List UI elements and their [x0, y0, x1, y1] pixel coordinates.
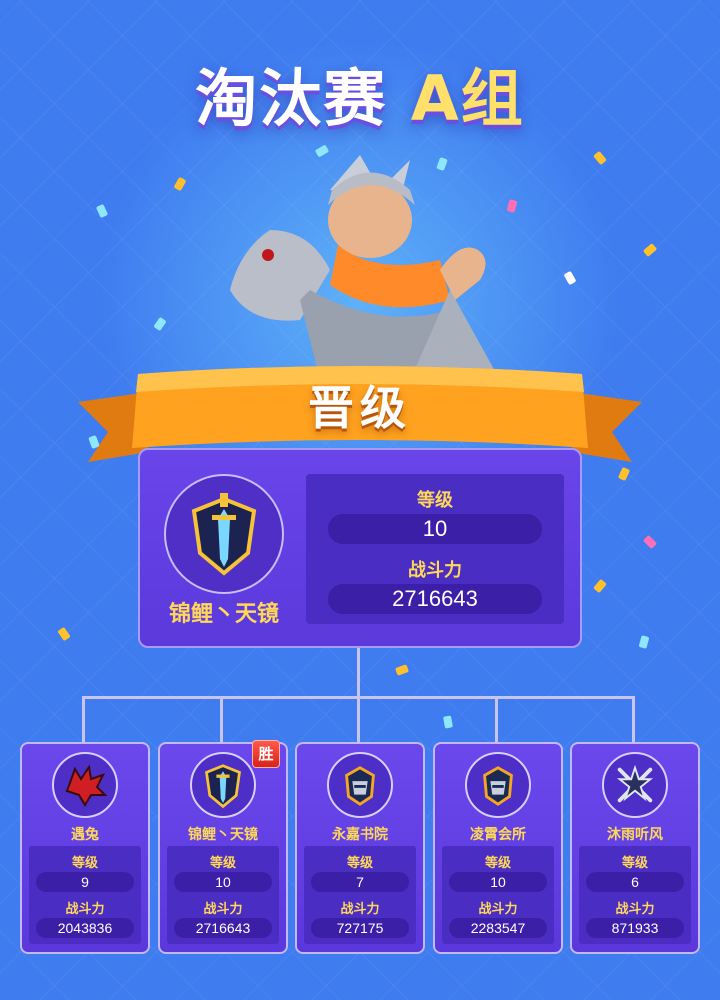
team-name: 永嘉书院 — [332, 827, 388, 843]
team-name: 沐雨听风 — [607, 827, 663, 843]
level-value: 10 — [328, 514, 542, 544]
knight-helmet-icon — [465, 752, 531, 818]
title-main: 淘汰赛 — [195, 62, 411, 135]
level-label: 等级 — [484, 856, 511, 871]
power-value: 727175 — [311, 918, 409, 938]
winner-stats: 等级 10 战斗力 2716643 — [306, 474, 564, 624]
crossed-swords-icon — [602, 752, 668, 818]
title-group: A组 — [410, 62, 525, 135]
level-label: 等级 — [346, 856, 373, 871]
level-label: 等级 — [417, 490, 453, 511]
power-label: 战斗力 — [340, 902, 380, 917]
team-name: 遇兔 — [71, 827, 99, 843]
power-label: 战斗力 — [408, 560, 462, 581]
team-name: 锦鲤丶天镜 — [188, 827, 258, 843]
winner-name: 锦鲤丶天镜 — [168, 602, 279, 627]
team-card[interactable]: 永嘉书院 等级 7 战斗力 727175 — [295, 742, 425, 954]
team-stats: 等级 6 战斗力 871933 — [579, 846, 691, 944]
level-value: 6 — [586, 872, 684, 892]
sword-shield-icon — [190, 752, 256, 818]
level-value: 9 — [36, 872, 134, 892]
level-value: 10 — [449, 872, 547, 892]
level-value: 10 — [174, 872, 272, 892]
level-label: 等级 — [621, 856, 648, 871]
level-label: 等级 — [71, 856, 98, 871]
sword-shield-icon — [164, 474, 284, 594]
power-value: 2716643 — [174, 918, 272, 938]
team-stats: 等级 10 战斗力 2283547 — [442, 846, 554, 944]
team-card[interactable]: 遇兔 等级 9 战斗力 2043836 — [20, 742, 150, 954]
power-label: 战斗力 — [203, 902, 243, 917]
power-value: 871933 — [586, 918, 684, 938]
team-stats: 等级 9 战斗力 2043836 — [29, 846, 141, 944]
power-value: 2283547 — [449, 918, 547, 938]
level-label: 等级 — [209, 856, 236, 871]
power-label: 战斗力 — [615, 902, 655, 917]
team-card[interactable]: 凌霄会所 等级 10 战斗力 2283547 — [433, 742, 563, 954]
power-label: 战斗力 — [478, 902, 518, 917]
power-value: 2043836 — [36, 918, 134, 938]
knight-character-illustration — [230, 155, 500, 380]
level-value: 7 — [311, 872, 409, 892]
page-title: 淘汰赛 A组 — [0, 48, 720, 138]
team-card[interactable]: 沐雨听风 等级 6 战斗力 871933 — [570, 742, 700, 954]
team-stats: 等级 7 战斗力 727175 — [304, 846, 416, 944]
winner-badge: 胜 — [252, 740, 280, 768]
promotion-label: 晋级 — [308, 381, 412, 435]
team-name: 凌霄会所 — [470, 827, 526, 843]
knight-helmet-icon — [327, 752, 393, 818]
team-card-winner[interactable]: 胜 锦鲤丶天镜 等级 10 战斗力 2716643 — [158, 740, 288, 954]
team-stats: 等级 10 战斗力 2716643 — [167, 846, 279, 944]
winner-card[interactable]: 锦鲤丶天镜 等级 10 战斗力 2716643 — [138, 448, 582, 648]
power-value: 2716643 — [328, 584, 542, 614]
red-dragon-icon — [52, 752, 118, 818]
power-label: 战斗力 — [65, 902, 105, 917]
